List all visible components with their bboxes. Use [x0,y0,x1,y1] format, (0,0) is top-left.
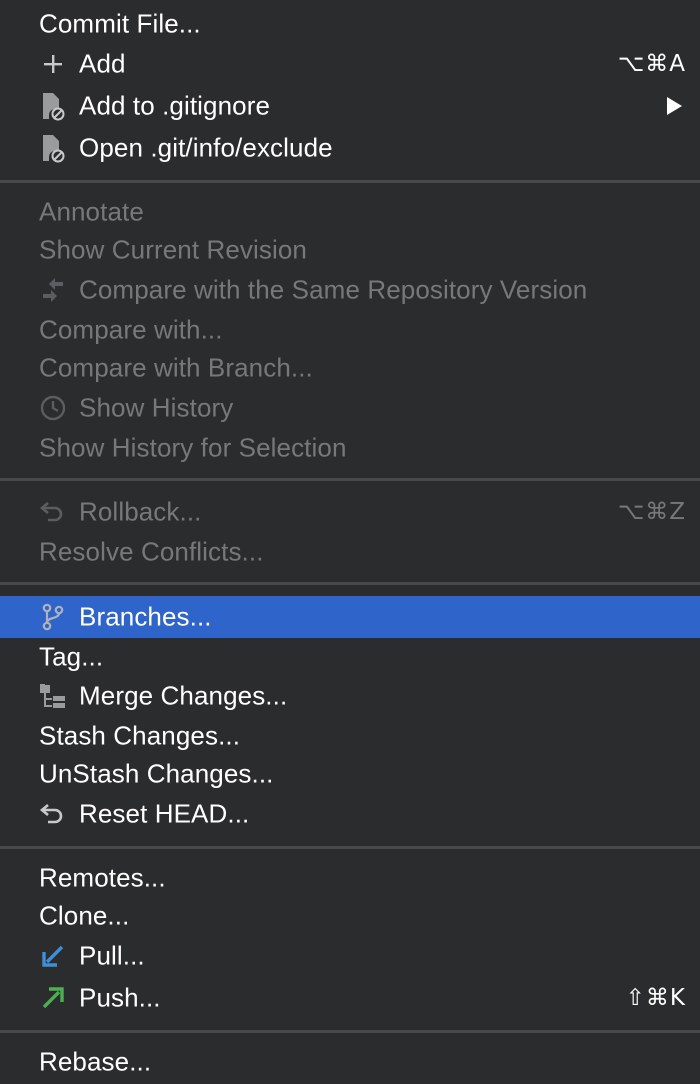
menu-item-annotate[interactable]: Annotate [0,192,700,232]
menu-separator [0,478,700,481]
shortcut-label: ⌥⌘Z [617,499,686,525]
ignore-file-icon [38,133,68,163]
menu-item-label: Remotes... [39,862,166,893]
menu-item-label: Commit File... [39,8,201,39]
menu-item-label: Merge Changes... [79,680,288,711]
menu-item-label: Clone... [39,900,130,931]
menu-item-label: Branches... [79,601,212,632]
submenu-arrow-icon [667,97,682,115]
menu-item-label: Stash Changes... [39,720,241,751]
menu-item-label: Show Current Revision [39,234,307,265]
menu-separator [0,1030,700,1033]
menu-item-commit-file[interactable]: Commit File... [0,4,700,44]
menu-item-label: Add [79,48,126,79]
menu-item-rollback[interactable]: Rollback... ⌥⌘Z [0,492,700,532]
menu-separator [0,180,700,183]
menu-item-label: Compare with Branch... [39,352,313,383]
rollback-icon [38,497,68,527]
menu-item-pull[interactable]: Pull... [0,936,700,976]
menu-item-merge-changes[interactable]: Merge Changes... [0,676,700,716]
menu-item-label: Reset HEAD... [79,798,250,829]
menu-item-label: Pull... [79,940,145,971]
ignore-file-icon [38,91,68,121]
menu-item-unstash-changes[interactable]: UnStash Changes... [0,754,700,794]
menu-item-open-git-info-exclude[interactable]: Open .git/info/exclude [0,128,700,168]
shortcut-label: ⇧⌘K [625,985,686,1011]
menu-item-stash-changes[interactable]: Stash Changes... [0,716,700,756]
plus-icon [38,49,68,79]
menu-item-rebase[interactable]: Rebase... [0,1042,700,1082]
menu-item-label: Open .git/info/exclude [79,132,333,163]
menu-item-add[interactable]: Add ⌥⌘A [0,44,700,84]
menu-item-label: Push... [79,982,161,1013]
menu-item-clone[interactable]: Clone... [0,896,700,936]
pull-arrow-icon [38,941,68,971]
history-clock-icon [38,393,68,423]
menu-item-show-history-selection[interactable]: Show History for Selection [0,428,700,468]
menu-item-compare-with[interactable]: Compare with... [0,310,700,350]
menu-item-add-to-gitignore[interactable]: Add to .gitignore [0,86,700,126]
compare-icon [38,275,68,305]
push-arrow-icon [38,983,68,1013]
menu-separator [0,582,700,585]
reset-icon [38,799,68,829]
branch-icon [38,602,68,632]
menu-item-label: Resolve Conflicts... [39,536,264,567]
menu-item-label: Annotate [39,196,144,227]
vcs-context-menu: Commit File... Add ⌥⌘A Add to .gitignore… [0,0,700,1084]
menu-item-label: UnStash Changes... [39,758,274,789]
shortcut-label: ⌥⌘A [617,51,686,77]
menu-item-show-current-revision[interactable]: Show Current Revision [0,230,700,270]
menu-item-label: Compare with... [39,314,223,345]
menu-item-compare-same-repo-version[interactable]: Compare with the Same Repository Version [0,270,700,310]
menu-item-label: Show History for Selection [39,432,347,463]
menu-item-show-history[interactable]: Show History [0,388,700,428]
menu-item-compare-with-branch[interactable]: Compare with Branch... [0,348,700,388]
menu-item-resolve-conflicts[interactable]: Resolve Conflicts... [0,532,700,572]
menu-item-remotes[interactable]: Remotes... [0,858,700,898]
menu-item-label: Rollback... [79,496,202,527]
menu-item-label: Rebase... [39,1046,152,1077]
menu-item-label: Add to .gitignore [79,90,271,121]
menu-item-branches[interactable]: Branches... [0,596,700,638]
menu-item-label: Compare with the Same Repository Version [79,274,588,305]
menu-item-label: Tag... [39,641,104,672]
menu-item-tag[interactable]: Tag... [0,637,700,677]
menu-item-push[interactable]: Push... ⇧⌘K [0,978,700,1018]
menu-separator [0,846,700,849]
menu-item-reset-head[interactable]: Reset HEAD... [0,794,700,834]
merge-icon [38,681,68,711]
menu-item-label: Show History [79,392,234,423]
